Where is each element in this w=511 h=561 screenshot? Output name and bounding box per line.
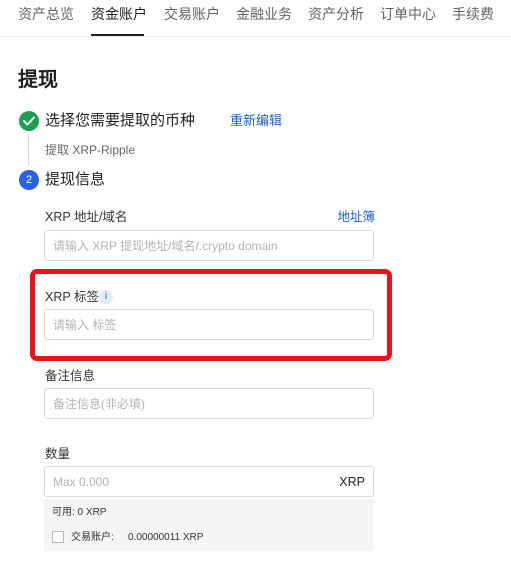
- remark-field[interactable]: [44, 388, 374, 419]
- tab-trading-account[interactable]: 交易账户: [164, 6, 220, 22]
- active-tab-indicator: [91, 34, 144, 36]
- top-nav: 资产总览 资金账户 交易账户 金融业务 资产分析 订单中心 手续费: [0, 0, 511, 37]
- re-edit-link[interactable]: 重新编辑: [230, 113, 282, 129]
- tab-funding-account[interactable]: 资金账户: [91, 6, 147, 22]
- available-balance: 可用: 0 XRP: [52, 507, 107, 518]
- step2-title: 提现信息: [45, 171, 106, 188]
- tab-fees[interactable]: 手续费: [452, 6, 494, 22]
- tab-financial-services[interactable]: 金融业务: [236, 6, 292, 22]
- address-book-link[interactable]: 地址簿: [337, 210, 375, 225]
- address-field[interactable]: [44, 230, 374, 261]
- address-label: XRP 地址/域名: [45, 210, 128, 224]
- page-title: 提现: [18, 69, 58, 91]
- step-connector: [28, 134, 29, 166]
- amount-label: 数量: [45, 447, 71, 461]
- amount-input[interactable]: [45, 467, 373, 496]
- trading-account-value: 0.00000011 XRP: [128, 532, 204, 543]
- tab-asset-overview[interactable]: 资产总览: [18, 6, 74, 22]
- amount-unit: XRP: [339, 475, 365, 489]
- amount-field[interactable]: XRP: [44, 466, 374, 497]
- tab-asset-analysis[interactable]: 资产分析: [308, 6, 364, 22]
- address-input[interactable]: [45, 231, 373, 260]
- tab-order-center[interactable]: 订单中心: [380, 6, 436, 22]
- check-icon: [19, 111, 39, 131]
- trading-account-checkbox[interactable]: [52, 531, 64, 543]
- step2-number-badge: 2: [19, 170, 39, 190]
- remark-label: 备注信息: [45, 369, 96, 383]
- highlight-box: [30, 269, 392, 361]
- trading-account-label: 交易账户:: [71, 532, 114, 543]
- step1-title: 选择您需要提取的币种: [45, 112, 196, 129]
- remark-input[interactable]: [45, 389, 373, 418]
- selected-coin-summary: 提取 XRP-Ripple: [45, 143, 136, 157]
